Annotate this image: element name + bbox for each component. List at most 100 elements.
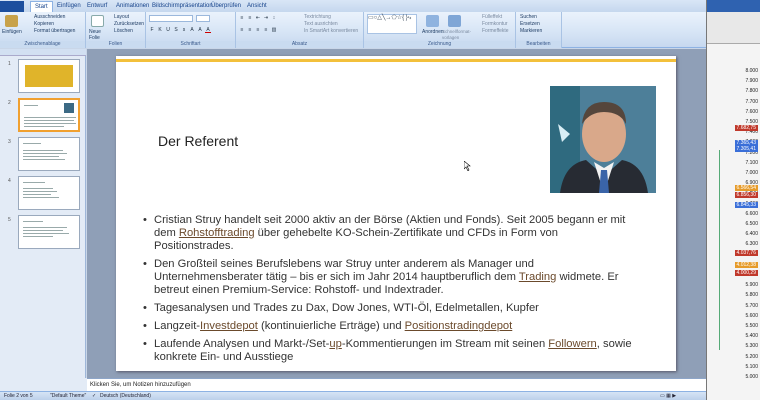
bullet-list[interactable]: Cristian Struy handelt seit 2000 aktiv a… xyxy=(140,214,640,369)
numbering-button[interactable]: ≡ xyxy=(247,15,253,21)
shape-effects-button[interactable]: Formeffekte xyxy=(482,28,509,34)
thumbnail-pane-tabs[interactable] xyxy=(0,49,86,56)
price-label: 5.300 xyxy=(745,343,758,350)
bullet-item: Tagesanalysen und Trades zu Dax, Dow Jon… xyxy=(140,302,640,315)
shapes-gallery[interactable]: ▭○△╲→⬠☆{ }⤷ xyxy=(367,14,417,34)
quick-styles-icon[interactable] xyxy=(448,15,461,27)
copy-button[interactable]: Kopieren xyxy=(34,21,54,27)
slide-title[interactable]: Der Referent xyxy=(158,133,238,149)
bullet-text: Laufende Analysen und Markt-/Set- xyxy=(154,338,330,350)
reset-button[interactable]: Zurücksetzen xyxy=(114,21,144,27)
text-direction-button[interactable]: Textrichtung xyxy=(304,14,331,20)
shape-outline-button[interactable]: Formkontur xyxy=(482,21,508,27)
thumbnail-text xyxy=(24,126,64,127)
language-indicator[interactable]: Deutsch (Deutschland) xyxy=(100,392,151,400)
underlined-term: Followern xyxy=(548,338,597,350)
paragraph-group-title: Absatz xyxy=(236,41,363,48)
slide-thumbnail-3[interactable] xyxy=(18,137,80,171)
price-label: 6.400 xyxy=(745,231,758,238)
tab-start[interactable]: Start xyxy=(30,1,53,12)
price-label: 7.700 xyxy=(745,98,758,105)
view-buttons[interactable]: ▭ ▦ ▶ xyxy=(660,392,676,400)
font-name-combo[interactable] xyxy=(149,15,193,22)
price-label: 7.100 xyxy=(745,159,758,166)
new-slide-button[interactable]: Neue Folie xyxy=(89,29,109,41)
arrange-icon[interactable] xyxy=(426,15,439,27)
strike-button[interactable]: S xyxy=(173,27,179,33)
underline-button[interactable]: U xyxy=(165,27,171,33)
price-label: 6.300 xyxy=(745,241,758,248)
find-button[interactable]: Suchen xyxy=(520,14,537,20)
background-chart-window: 8.0007.9007.8007.7007.6007.5007.4007.300… xyxy=(706,0,760,400)
price-marker-badge: 4.012,38 xyxy=(734,262,758,268)
status-bar: Folie 2 von 5 "Default Theme" ✓ Deutsch … xyxy=(0,391,706,400)
spellcheck-icon[interactable]: ✓ xyxy=(92,392,96,400)
thumbnail-text xyxy=(23,191,57,192)
bullet-text: (kontinuierliche Erträge) und xyxy=(257,320,405,332)
quick-styles-button[interactable]: Schnellformat-vorlagen xyxy=(442,29,471,41)
price-label: 5.900 xyxy=(745,282,758,289)
slide-counter: Folie 2 von 5 xyxy=(4,393,33,399)
font-size-combo[interactable] xyxy=(196,15,210,22)
align-left-button[interactable]: ≡ xyxy=(239,27,245,33)
price-label: 5.200 xyxy=(745,353,758,360)
office-button[interactable] xyxy=(0,1,24,12)
new-slide-icon[interactable] xyxy=(91,15,104,27)
slide-thumbnail-5[interactable] xyxy=(18,215,80,249)
notes-pane[interactable]: Klicken Sie, um Notizen hinzuzufügen xyxy=(87,378,706,391)
select-button[interactable]: Markieren xyxy=(520,28,542,34)
slide-thumbnail-2[interactable] xyxy=(18,98,80,132)
underlined-term: Trading xyxy=(518,271,557,283)
align-right-button[interactable]: ≡ xyxy=(255,27,261,33)
arrange-button[interactable]: Anordnen xyxy=(422,29,444,35)
thumbnail-image xyxy=(25,65,73,87)
format-painter-button[interactable]: Format übertragen xyxy=(34,28,75,34)
paste-button[interactable]: Einfügen xyxy=(2,29,22,35)
underlined-term: up xyxy=(329,338,342,350)
tab-entwurf[interactable]: Entwurf xyxy=(83,1,111,12)
outdent-button[interactable]: ⇤ xyxy=(255,15,261,21)
spacing-button[interactable]: A xyxy=(189,27,195,33)
editing-group-title: Bearbeiten xyxy=(516,41,561,48)
font-color-button[interactable]: A xyxy=(205,27,211,33)
bullets-button[interactable]: ≡ xyxy=(239,15,245,21)
list-buttons: ≡ ≡ ⇤ ⇥ ↕ xyxy=(239,15,277,21)
align-center-button[interactable]: ≡ xyxy=(247,27,253,33)
bullet-text: Den Großteil seines Berufslebens war Str… xyxy=(154,258,534,283)
shape-fill-button[interactable]: Fülleffekt xyxy=(482,14,502,20)
price-label: 8.000 xyxy=(745,68,758,74)
replace-button[interactable]: Ersetzen xyxy=(520,21,540,27)
price-label: 7.600 xyxy=(745,108,758,115)
paste-icon[interactable] xyxy=(5,15,18,27)
slide-thumbnail-1[interactable] xyxy=(18,59,80,93)
layout-button[interactable]: Layout xyxy=(114,14,129,20)
presenter-photo[interactable] xyxy=(550,86,656,193)
thumbnail-text xyxy=(23,143,41,144)
slide[interactable]: Der Referent Cristian Struy handelt seit… xyxy=(116,56,676,371)
delete-slide-button[interactable]: Löschen xyxy=(114,28,133,34)
drawing-group: ▭○△╲→⬠☆{ }⤷ Anordnen Schnellformat-vorla… xyxy=(364,12,516,48)
italic-button[interactable]: K xyxy=(157,27,163,33)
notes-gutter xyxy=(0,378,87,391)
slide-thumbnail-4[interactable] xyxy=(18,176,80,210)
columns-button[interactable]: ▥ xyxy=(271,27,277,33)
price-marker-badge: 7.305,41 xyxy=(734,146,758,152)
smartart-button[interactable]: In SmartArt konvertieren xyxy=(304,28,358,34)
bullet-item: Langzeit-Investdepot (kontinuierliche Er… xyxy=(140,320,640,333)
underlined-term: Rohstofftrading xyxy=(178,227,255,239)
justify-button[interactable]: ≡ xyxy=(263,27,269,33)
bold-button[interactable]: F xyxy=(149,27,155,33)
line-spacing-button[interactable]: ↕ xyxy=(271,15,277,21)
paragraph-group: ≡ ≡ ⇤ ⇥ ↕ ≡ ≡ ≡ ≡ ▥ Textrichtung Text ausrichten… xyxy=(236,12,364,48)
indent-button[interactable]: ⇥ xyxy=(263,15,269,21)
tab-einfuegen[interactable]: Einfügen xyxy=(53,1,85,12)
align-text-button[interactable]: Text ausrichten xyxy=(304,21,338,27)
case-button[interactable]: A xyxy=(197,27,203,33)
slide-accent-line xyxy=(116,59,676,62)
thumbnail-text xyxy=(23,233,69,234)
shadow-button[interactable]: s xyxy=(181,27,187,33)
tab-ansicht[interactable]: Ansicht xyxy=(243,1,271,12)
bullet-text: Langzeit- xyxy=(154,320,201,332)
tab-ueberpruefen[interactable]: Überprüfen xyxy=(207,1,245,12)
cut-button[interactable]: Ausschneiden xyxy=(34,14,65,20)
